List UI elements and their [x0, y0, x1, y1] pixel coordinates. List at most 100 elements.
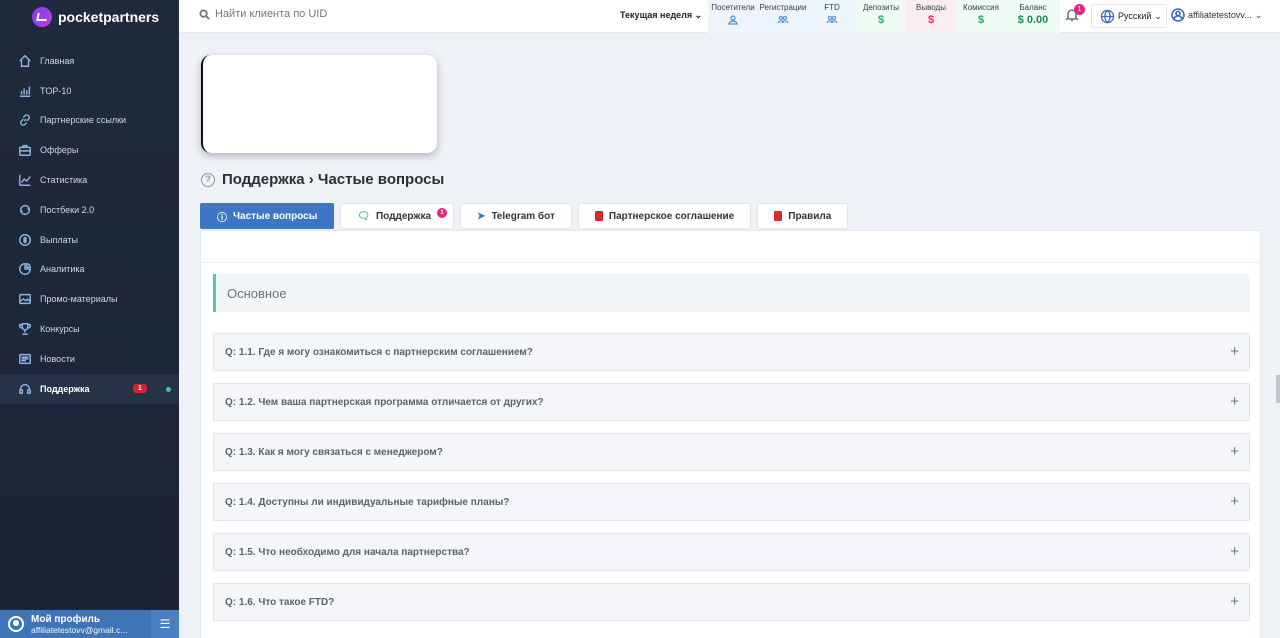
faq-item[interactable]: Q: 1.6. Что такое FTD? +	[213, 583, 1250, 621]
sidebar-item-payouts[interactable]: Выплаты	[0, 225, 179, 255]
globe-icon	[1100, 9, 1115, 24]
sidebar-item-label: Конкурсы	[40, 324, 80, 335]
sidebar-item-statistics[interactable]: Статистика	[0, 165, 179, 195]
link-icon	[20, 114, 30, 127]
stat-commission: Комиссия $	[956, 0, 1006, 33]
sidebar-item-label: TOP-10	[40, 85, 72, 96]
tab-label: Партнерское соглашение	[608, 210, 735, 222]
image-icon	[19, 294, 31, 305]
sidebar-item-label: Партнерские ссылки	[40, 115, 127, 126]
tab-telegram-bot[interactable]: ➤ Telegram бот	[460, 203, 572, 229]
scrollbar[interactable]	[1276, 375, 1280, 403]
profile-title: Мой профиль	[31, 613, 101, 625]
sidebar-item-postbacks[interactable]: Постбеки 2.0	[0, 195, 179, 225]
tab-badge: 1	[437, 208, 448, 218]
stat-label: FTD	[824, 3, 840, 12]
logo-text: pocketpartners	[58, 9, 160, 25]
chart-bars-icon	[19, 86, 31, 97]
faq-question: Q: 1.1. Где я могу ознакомиться с партне…	[225, 346, 533, 358]
tab-label: Telegram бот	[491, 210, 555, 222]
sidebar-item-label: Статистика	[40, 175, 88, 186]
logo[interactable]: pocketpartners	[0, 0, 179, 34]
news-icon	[19, 353, 31, 364]
stat-ftd: FTD	[808, 0, 856, 33]
tab-support[interactable]: 🗨 Поддержка 1	[340, 203, 455, 229]
language-selector[interactable]: Русский ⌄	[1091, 4, 1167, 28]
tab-partner-agreement[interactable]: Партнерское соглашение	[577, 203, 752, 229]
user-name: affiliatetestovv...	[1188, 10, 1252, 20]
faq-panel: Основное Q: 1.1. Где я могу ознакомиться…	[200, 230, 1261, 638]
user-icon	[1171, 8, 1185, 22]
pdf-icon	[594, 211, 603, 221]
faq-question: Q: 1.3. Как я могу связаться с менеджеро…	[225, 446, 443, 458]
stat-value: $ 0.00	[1017, 14, 1049, 26]
sidebar-item-top10[interactable]: TOP-10	[0, 76, 179, 106]
tab-label: Частые вопросы	[233, 210, 318, 222]
sidebar-item-home[interactable]: Главная	[0, 46, 179, 76]
profile-email: affiliatetestovv@gmail.c...	[31, 624, 128, 635]
collapse-sidebar-icon[interactable]: ☰	[151, 610, 179, 638]
faq-item[interactable]: Q: 1.5. Что необходимо для начала партне…	[213, 533, 1250, 571]
plus-icon: +	[1230, 343, 1239, 360]
coin-icon	[19, 233, 31, 246]
stat-label: Депозиты	[862, 3, 900, 12]
support-badge: 1	[133, 383, 147, 393]
question-icon: ?	[201, 172, 215, 187]
sidebar-item-label: Промо-материалы	[40, 294, 118, 305]
sidebar-item-promo[interactable]: Промо-материалы	[0, 284, 179, 314]
faq-item[interactable]: Q: 1.4. Доступны ли индивидуальные тариф…	[213, 483, 1250, 521]
tab-rules[interactable]: Правила	[757, 203, 849, 229]
faq-item[interactable]: Q: 1.1. Где я могу ознакомиться с партне…	[213, 333, 1250, 371]
sidebar-item-offers[interactable]: Офферы	[0, 135, 179, 165]
plus-icon: +	[1230, 393, 1239, 410]
trophy-icon	[18, 323, 32, 336]
search	[199, 8, 415, 20]
logo-icon	[32, 7, 52, 27]
faq-item[interactable]: Q: 1.3. Как я могу связаться с менеджеро…	[213, 433, 1250, 471]
notifications-button[interactable]: 1	[1065, 4, 1085, 27]
stat-value: $	[977, 14, 985, 26]
sidebar-item-analytics[interactable]: Аналитика	[0, 255, 179, 285]
stat-balance: Баланс $ 0.00	[1006, 0, 1060, 33]
topbar: Текущая неделя ⌄ Посетители Регистрации …	[179, 0, 1280, 33]
profile-card[interactable]: Мой профиль affiliatetestovv@gmail.c... …	[0, 610, 179, 638]
sidebar-nav: Главная TOP-10 Партнерские ссылки Офферы…	[0, 46, 179, 404]
stat-label: Выводы	[916, 3, 946, 12]
stat-value: $	[927, 14, 935, 26]
language-label: Русский	[1118, 11, 1152, 21]
plus-icon: +	[1230, 543, 1239, 560]
support-icon	[19, 383, 31, 394]
question-icon: ⓘ	[217, 212, 227, 224]
search-icon	[199, 8, 210, 20]
faq-item[interactable]: Q: 1.2. Чем ваша партнерская программа о…	[213, 383, 1250, 421]
briefcase-icon	[19, 145, 31, 157]
stat-label: Регистрации	[759, 3, 807, 12]
telegram-icon: ➤	[477, 210, 486, 222]
profile-text: Мой профиль affiliatetestovv@gmail.c...	[31, 614, 143, 635]
search-input[interactable]	[215, 8, 415, 20]
stat-value: $	[877, 14, 885, 26]
stat-label: Посетители	[711, 3, 755, 12]
period-label: Текущая неделя	[620, 10, 693, 20]
faq-question: Q: 1.5. Что необходимо для начала партне…	[225, 546, 470, 558]
home-icon	[19, 54, 31, 67]
sidebar-item-partner-links[interactable]: Партнерские ссылки	[0, 106, 179, 136]
people-icon	[826, 15, 838, 24]
tab-label: Поддержка	[375, 210, 432, 222]
promo-banner[interactable]	[201, 55, 437, 153]
stat-registrations: Регистрации	[758, 0, 808, 33]
sidebar-item-support[interactable]: Поддержка 1	[0, 373, 179, 404]
user-menu[interactable]: affiliatetestovv... ⌄	[1171, 8, 1262, 22]
stat-deposits: Депозиты $	[856, 0, 906, 33]
plus-icon: +	[1230, 593, 1239, 610]
postback-icon	[19, 204, 31, 215]
tab-label: Правила	[788, 210, 832, 222]
sidebar-item-label: Поддержка	[40, 383, 90, 394]
tab-faq[interactable]: ⓘ Частые вопросы	[200, 203, 335, 229]
sidebar-item-contests[interactable]: Конкурсы	[0, 314, 179, 344]
period-selector[interactable]: Текущая неделя ⌄	[620, 10, 702, 21]
sidebar-item-label: Офферы	[40, 145, 79, 156]
plus-icon: +	[1230, 443, 1239, 460]
chevron-down-icon: ⌄	[1154, 10, 1162, 21]
sidebar-item-news[interactable]: Новости	[0, 344, 179, 374]
